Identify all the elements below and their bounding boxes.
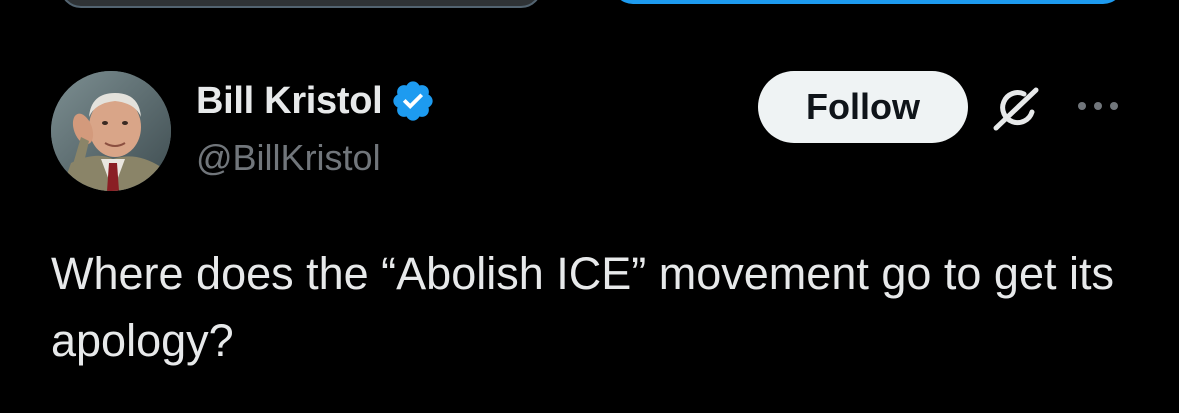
avatar[interactable] bbox=[51, 71, 171, 191]
follow-button[interactable]: Follow bbox=[758, 71, 968, 143]
grok-icon[interactable] bbox=[990, 84, 1044, 134]
author-name-row[interactable]: Bill Kristol bbox=[196, 76, 436, 126]
verified-badge-icon[interactable] bbox=[390, 78, 436, 124]
display-name[interactable]: Bill Kristol bbox=[196, 80, 383, 123]
profile-photo bbox=[51, 71, 171, 191]
top-partial-button-left[interactable] bbox=[60, 0, 542, 8]
more-options-icon[interactable] bbox=[1074, 96, 1122, 116]
top-partial-button-right[interactable] bbox=[612, 0, 1124, 4]
tweet-text: Where does the “Abolish ICE” movement go… bbox=[51, 248, 1114, 366]
author-handle[interactable]: @BillKristol bbox=[196, 137, 381, 179]
